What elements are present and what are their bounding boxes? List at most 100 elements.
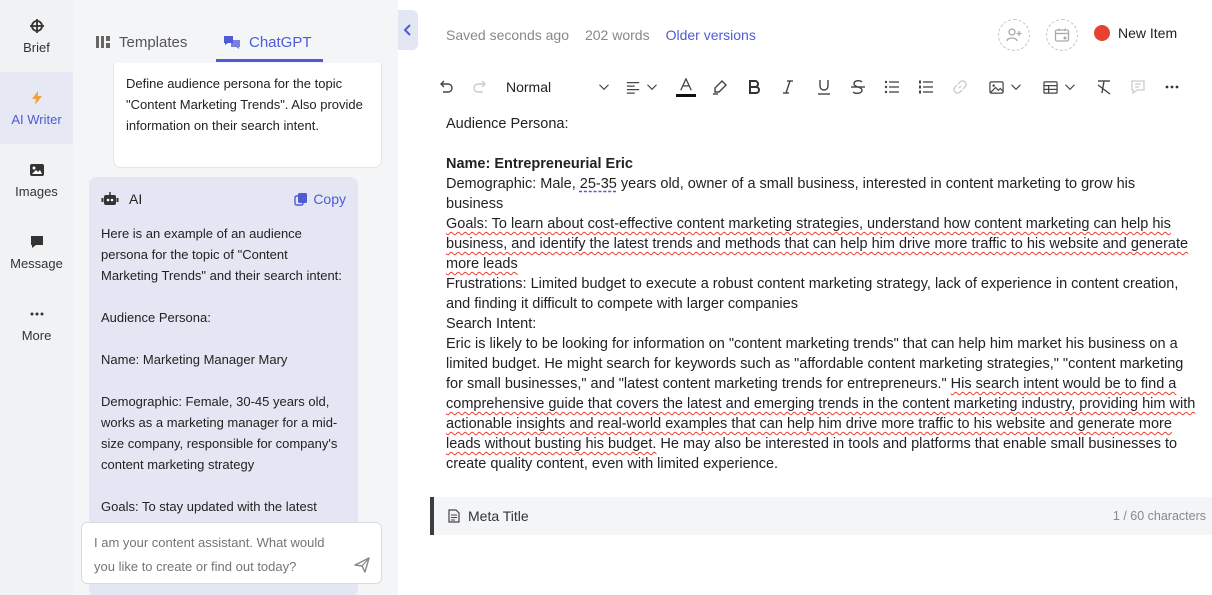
- ai-message-body: Here is an example of an audience person…: [101, 226, 342, 514]
- paragraph-style-value: Normal: [506, 79, 552, 95]
- user-message: Define audience persona for the topic "C…: [113, 63, 382, 168]
- numbered-list-button[interactable]: [916, 74, 936, 100]
- older-versions-link[interactable]: Older versions: [666, 27, 756, 43]
- bullet-list-icon: [884, 80, 899, 94]
- doc-demographic: Demographic: Male, 25-35 years old, owne…: [446, 174, 1196, 214]
- numbered-list-icon: [919, 80, 933, 94]
- robot-icon: [101, 192, 119, 205]
- left-rail: Brief AI Writer Images Message More: [0, 0, 73, 595]
- panel-tabs: Templates ChatGPT: [73, 0, 398, 63]
- bold-icon: [749, 80, 760, 94]
- schedule-button[interactable]: [1046, 19, 1078, 51]
- clear-formatting-button[interactable]: [1094, 74, 1114, 100]
- chevron-down-icon: [1064, 84, 1075, 91]
- add-user-icon: [1006, 28, 1022, 42]
- comment-button[interactable]: [1128, 74, 1148, 100]
- chevron-down-icon: [599, 84, 609, 91]
- italic-icon: [783, 80, 793, 94]
- comment-icon: [1131, 80, 1145, 95]
- document-body[interactable]: Audience Persona: Name: Entrepreneurial …: [446, 114, 1196, 474]
- crosshair-icon: [29, 18, 44, 33]
- italic-button[interactable]: [778, 74, 798, 100]
- doc-search-intent: Eric is likely to be looking for informa…: [446, 334, 1196, 474]
- bold-button[interactable]: [744, 74, 764, 100]
- doc-search-intent-label: Search Intent:: [446, 316, 537, 332]
- link-icon: [953, 80, 967, 94]
- status-dot-icon: [1094, 25, 1110, 41]
- rail-item-message[interactable]: Message: [0, 216, 73, 288]
- rail-item-label: Images: [15, 183, 58, 199]
- clear-format-icon: [1097, 80, 1111, 95]
- tab-label: ChatGPT: [249, 33, 312, 51]
- persona-name-text: Name: Entrepreneurial Eric: [446, 156, 633, 172]
- templates-icon: [96, 36, 110, 48]
- lightning-icon: [31, 90, 42, 105]
- meta-title-label: Meta Title: [468, 508, 529, 524]
- collapse-panel-button[interactable]: [398, 10, 418, 50]
- insert-image-button[interactable]: [986, 74, 1024, 100]
- undo-button[interactable]: [436, 74, 456, 100]
- font-color-swatch: [676, 93, 696, 97]
- more-dots-icon: [1165, 85, 1179, 89]
- rail-item-brief[interactable]: Brief: [0, 0, 73, 72]
- underline-icon: [818, 80, 830, 95]
- meta-title-label-group: Meta Title: [448, 508, 529, 524]
- link-button[interactable]: [950, 74, 970, 100]
- meta-title-char-count: 1 / 60 characters: [1112, 509, 1206, 523]
- ai-sender-name: AI: [129, 191, 143, 207]
- copy-button[interactable]: Copy: [294, 191, 346, 207]
- more-tools-button[interactable]: [1162, 74, 1182, 100]
- chat-panel: Define audience persona for the topic "C…: [73, 0, 398, 595]
- send-icon[interactable]: [353, 556, 371, 574]
- word-count: 202 words: [584, 27, 650, 43]
- insert-table-button[interactable]: [1040, 74, 1078, 100]
- rail-item-more[interactable]: More: [0, 288, 73, 360]
- more-dots-icon: [30, 312, 43, 315]
- editor-status-bar: Saved seconds ago 202 words Older versio…: [446, 24, 756, 46]
- rail-item-label: More: [21, 327, 52, 343]
- copy-icon: [294, 193, 308, 206]
- tab-label: Templates: [119, 33, 188, 51]
- underline-button[interactable]: [814, 74, 834, 100]
- undo-icon: [440, 80, 453, 93]
- demographic-age: 25-35: [579, 176, 617, 192]
- tab-chatgpt[interactable]: ChatGPT: [223, 22, 312, 62]
- rail-item-ai-writer[interactable]: AI Writer: [0, 72, 73, 144]
- calendar-icon: [1054, 28, 1070, 42]
- ai-sender: AI: [101, 191, 142, 207]
- strikethrough-icon: [851, 79, 865, 95]
- new-item-label: New Item: [1118, 25, 1178, 41]
- goals-text: Goals: To learn about cost-effective con…: [446, 216, 1189, 272]
- chat-bubbles-icon: [224, 36, 240, 49]
- editor-toolbar: Normal: [436, 74, 1196, 100]
- bullet-list-button[interactable]: [882, 74, 902, 100]
- highlighter-icon: [713, 80, 727, 95]
- image-icon: [29, 163, 44, 176]
- tab-templates[interactable]: Templates: [95, 22, 187, 62]
- chevron-down-icon: [1010, 84, 1021, 91]
- rail-item-images[interactable]: Images: [0, 144, 73, 216]
- rail-item-label: Brief: [23, 39, 50, 55]
- paragraph-style-select[interactable]: Normal: [506, 74, 610, 100]
- doc-frustrations: Frustrations: Limited budget to execute …: [446, 276, 1179, 312]
- strikethrough-button[interactable]: [848, 74, 868, 100]
- redo-button[interactable]: [470, 74, 490, 100]
- rail-item-label: Message: [10, 255, 63, 271]
- ai-message-header: AI Copy: [101, 191, 346, 207]
- font-color-button[interactable]: [676, 74, 696, 100]
- add-collaborator-button[interactable]: [998, 19, 1030, 51]
- redo-icon: [473, 80, 486, 93]
- doc-heading: Audience Persona:: [446, 116, 569, 132]
- copy-label: Copy: [313, 191, 346, 207]
- active-tab-indicator: [216, 59, 323, 62]
- table-icon: [1042, 80, 1058, 94]
- font-color-icon: [680, 77, 692, 91]
- chat-input[interactable]: [81, 522, 382, 584]
- demographic-text-a: Demographic: Male,: [446, 176, 580, 192]
- meta-title-field[interactable]: Meta Title 1 / 60 characters: [430, 497, 1212, 535]
- align-button[interactable]: [624, 74, 660, 100]
- highlight-button[interactable]: [710, 74, 730, 100]
- rail-item-label: AI Writer: [11, 111, 62, 127]
- new-item-button[interactable]: New Item: [1094, 25, 1177, 41]
